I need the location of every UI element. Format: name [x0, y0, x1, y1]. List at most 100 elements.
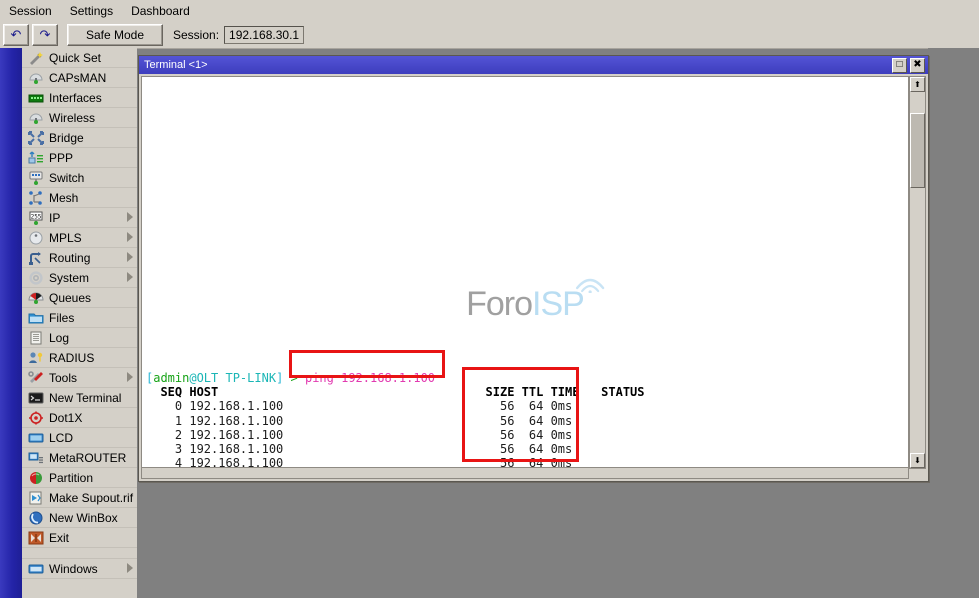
sidebar-item-log[interactable]: Log	[22, 328, 137, 348]
sidebar-item-mesh[interactable]: Mesh	[22, 188, 137, 208]
sidebar-item-label: CAPsMAN	[49, 71, 106, 85]
menu-settings[interactable]: Settings	[61, 2, 122, 20]
sidebar-item-label: Interfaces	[49, 91, 102, 105]
bridge-icon	[28, 131, 44, 145]
sidebar-item-bridge[interactable]: Bridge	[22, 128, 137, 148]
sidebar-item-ppp[interactable]: PPP	[22, 148, 137, 168]
interface-icon	[28, 91, 44, 105]
sidebar-item-dot1x[interactable]: Dot1X	[22, 408, 137, 428]
sidebar-item-tools[interactable]: Tools	[22, 368, 137, 388]
session-label: Session:	[173, 28, 219, 42]
scroll-up-icon[interactable]: ⬆	[910, 77, 925, 92]
sidebar-item-system[interactable]: System	[22, 268, 137, 288]
undo-button[interactable]: ↶	[3, 24, 29, 46]
sidebar-item-label: LCD	[49, 431, 73, 445]
terminal-icon	[28, 391, 44, 405]
sidebar-menu: Quick Set CAPsMAN Interfaces WirelessBridge…	[22, 48, 137, 598]
sidebar-item-label: IP	[49, 211, 60, 225]
sidebar-item-capsman[interactable]: CAPsMAN	[22, 68, 137, 88]
terminal-output-area[interactable]: ForoISP [admin@OLT TP-LINK] > ping 192.1…	[141, 76, 909, 469]
sidebar-item-windows[interactable]: Windows	[22, 559, 137, 579]
winbox-icon	[28, 511, 44, 525]
sidebar-item-routing[interactable]: Routing	[22, 248, 137, 268]
sidebar-item-wireless[interactable]: Wireless	[22, 108, 137, 128]
scroll-down-icon[interactable]: ⬇	[910, 453, 925, 468]
desktop-background-right	[928, 48, 979, 480]
session-address-field[interactable]: 192.168.30.1	[224, 26, 304, 44]
close-icon[interactable]: ✖	[910, 58, 925, 73]
sidebar-item-queues[interactable]: Queues	[22, 288, 137, 308]
menu-dashboard[interactable]: Dashboard	[122, 2, 199, 20]
foroisp-watermark: ForoISP	[466, 285, 584, 324]
terminal-vertical-scrollbar[interactable]: ⬆ ⬇	[909, 76, 926, 469]
sidebar-item-label: Routing	[49, 251, 90, 265]
maximize-icon[interactable]: □	[892, 58, 907, 73]
wifi-arc-icon	[573, 273, 607, 293]
terminal-title: Terminal <1>	[144, 59, 892, 71]
watermark-foro: Foro	[466, 285, 532, 323]
sidebar-item-label: Files	[49, 311, 74, 325]
sidebar-item-new-terminal[interactable]: New Terminal	[22, 388, 137, 408]
chevron-right-icon	[127, 372, 133, 382]
winbox-vertical-strip: WinBox	[0, 48, 22, 598]
sidebar-item-partition[interactable]: Partition	[22, 468, 137, 488]
switch-icon	[28, 171, 44, 185]
ping-row-1: 1 192.168.1.100 56 64 0ms	[146, 414, 572, 428]
sidebar-item-label: Switch	[49, 171, 84, 185]
window-icon	[28, 562, 44, 576]
sidebar-item-switch[interactable]: Switch	[22, 168, 137, 188]
chevron-right-icon	[127, 272, 133, 282]
menubar: Session Settings Dashboard	[0, 0, 979, 22]
terminal-window: Terminal <1> □ ✖ ForoISP [admin@OLT TP-L…	[138, 55, 929, 482]
sidebar-item-quick-set[interactable]: Quick Set	[22, 48, 137, 68]
svg-text:255: 255	[31, 213, 42, 220]
sidebar-item-interfaces[interactable]: Interfaces	[22, 88, 137, 108]
menu-session[interactable]: Session	[0, 2, 61, 20]
sidebar-item-metarouter[interactable]: MetaROUTER	[22, 448, 137, 468]
tools-icon	[28, 371, 44, 385]
winbox-app: Session Settings Dashboard ↶ ↷ Safe Mode…	[0, 0, 979, 598]
sidebar-item-files[interactable]: Files	[22, 308, 137, 328]
sidebar-item-label: Quick Set	[49, 51, 101, 65]
sidebar-item-mpls[interactable]: MPLS	[22, 228, 137, 248]
prompt-host: @OLT TP-LINK	[189, 371, 276, 385]
sidebar-item-lcd[interactable]: LCD	[22, 428, 137, 448]
scrollbar-thumb[interactable]	[910, 113, 925, 188]
toolbar: ↶ ↷ Safe Mode Session: 192.168.30.1	[0, 21, 979, 49]
sidebar-item-label: Partition	[49, 471, 93, 485]
terminal-titlebar[interactable]: Terminal <1> □ ✖	[139, 56, 928, 74]
sidebar-item-new-winbox[interactable]: New WinBox	[22, 508, 137, 528]
sidebar-item-radius[interactable]: RADIUS	[22, 348, 137, 368]
sidebar-item-make-supout-rif[interactable]: Make Supout.rif	[22, 488, 137, 508]
sidebar-item-label: Windows	[49, 562, 98, 576]
terminal-horizontal-scrollbar[interactable]	[141, 467, 909, 479]
ping-row-0: 0 192.168.1.100 56 64 0ms	[146, 399, 572, 413]
radius-icon	[28, 351, 44, 365]
system-gear-icon	[28, 271, 44, 285]
sidebar-item-label: New Terminal	[49, 391, 121, 405]
terminal-command: ping 192.168.1.100	[305, 371, 435, 385]
sidebar-item-label: Dot1X	[49, 411, 82, 425]
mpls-icon	[28, 231, 44, 245]
sidebar-item-label: Exit	[49, 531, 69, 545]
partition-icon	[28, 471, 44, 485]
undo-arrow-icon: ↶	[11, 28, 22, 41]
antenna-icon	[28, 111, 44, 125]
prompt-bracket-close: ]	[276, 371, 290, 385]
log-icon	[28, 331, 44, 345]
ping-row-3: 3 192.168.1.100 56 64 0ms	[146, 442, 572, 456]
terminal-console-text: [admin@OLT TP-LINK] > ping 192.168.1.100…	[146, 371, 645, 469]
ip-255-icon: 255	[28, 211, 44, 225]
sidebar-item-ip[interactable]: 255 IP	[22, 208, 137, 228]
prompt-user: admin	[153, 371, 189, 385]
routing-icon	[28, 251, 44, 265]
sidebar-item-label: New WinBox	[49, 511, 118, 525]
sidebar-item-label: Tools	[49, 371, 77, 385]
ping-table-header: SEQ HOST SIZE TTL TIME STATUS	[146, 385, 645, 399]
redo-button[interactable]: ↷	[32, 24, 58, 46]
sidebar-item-label: MPLS	[49, 231, 82, 245]
sidebar-separator	[22, 548, 137, 559]
ping-row-2: 2 192.168.1.100 56 64 0ms	[146, 428, 572, 442]
safe-mode-button[interactable]: Safe Mode	[67, 24, 163, 46]
sidebar-item-exit[interactable]: Exit	[22, 528, 137, 548]
